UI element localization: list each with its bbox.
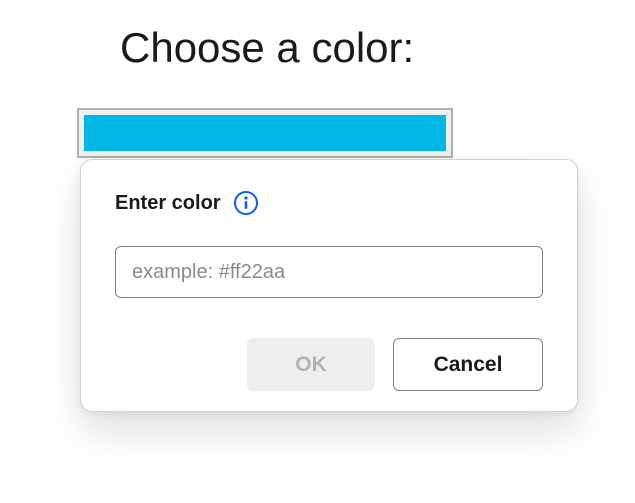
color-input[interactable] bbox=[115, 246, 543, 298]
dialog-header: Enter color bbox=[115, 190, 543, 216]
ok-button[interactable]: OK bbox=[247, 338, 375, 391]
color-input-dialog: Enter color OK Cancel bbox=[80, 159, 578, 412]
color-swatch-fill bbox=[84, 115, 446, 151]
color-swatch[interactable] bbox=[77, 108, 453, 158]
cancel-button[interactable]: Cancel bbox=[393, 338, 543, 391]
info-icon[interactable] bbox=[233, 190, 259, 216]
dialog-button-row: OK Cancel bbox=[115, 338, 543, 391]
page-title: Choose a color: bbox=[0, 0, 635, 72]
dialog-title: Enter color bbox=[115, 192, 221, 215]
